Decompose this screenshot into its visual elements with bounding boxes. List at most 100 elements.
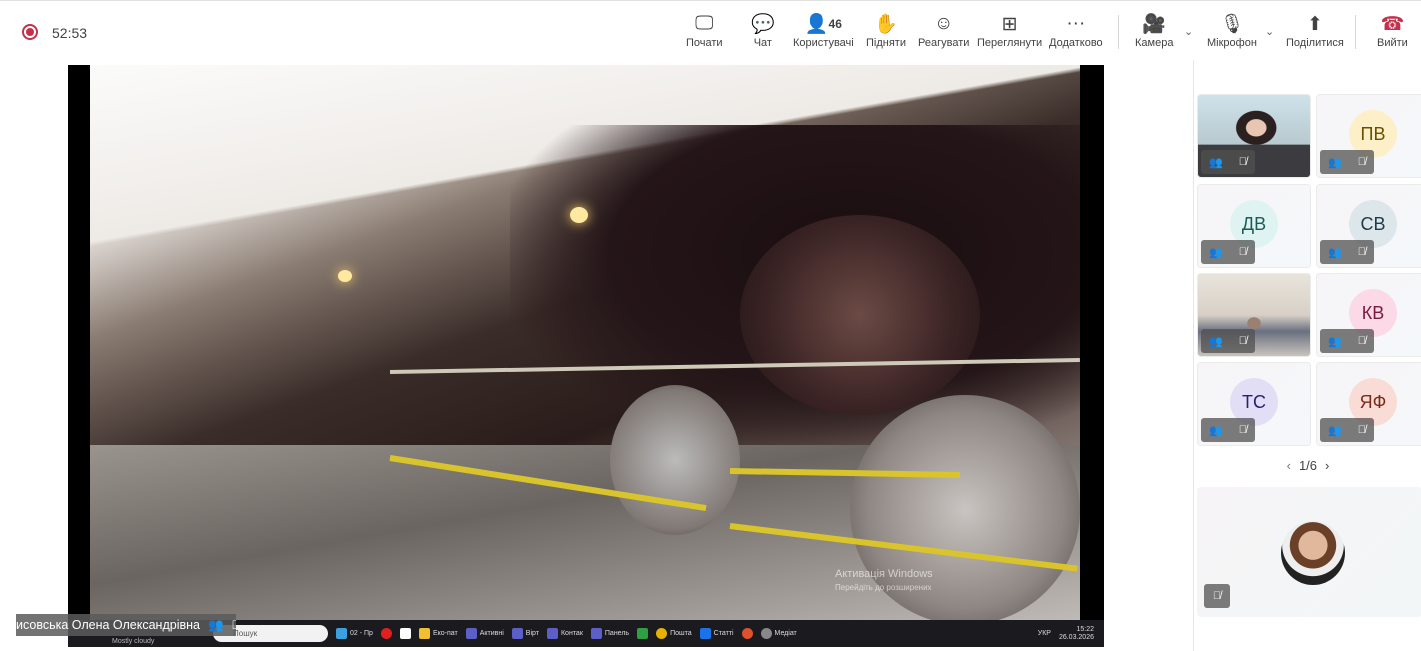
mic-off-icon: 🎙̸ [1238,246,1247,258]
system-tray: УКР 15:22 26.03.2026 [1038,626,1104,642]
react-button[interactable]: ☺ Реагувати [918,11,969,57]
watermark-subtitle: Перейдіть до розширених [835,583,932,592]
page-indicator: 1/6 [1298,458,1318,473]
participant-info-icon: 👥 [1328,156,1342,169]
share-button[interactable]: ⬆ Поділитися [1286,11,1344,57]
divider [1355,15,1356,49]
participant-tile[interactable]: ТС 👥 🎙̸ [1197,362,1311,446]
more-button[interactable]: ··· Додатково [1049,11,1103,57]
share-icon: ⬆ [1306,13,1323,35]
participant-info-icon: 👥 [1328,424,1342,437]
taskbar-item: 02 - Пр [336,628,373,639]
scene-lamp [338,270,352,282]
divider [1118,15,1119,49]
mic-options-chevron-icon[interactable]: ⌄ [1265,25,1274,38]
participant-tile[interactable]: ПВ 👥 🎙̸ [1316,94,1421,178]
watermark-title: Активація Windows [835,568,933,580]
participant-tile[interactable]: ЯФ 👥 🎙̸ [1316,362,1421,446]
participant-tile[interactable]: КВ 👥 🎙̸ [1316,273,1421,357]
participant-tile[interactable]: СВ 👥 🎙̸ [1316,184,1421,268]
camera-options-chevron-icon[interactable]: ⌄ [1184,25,1193,38]
hang-up-icon: ☎ [1380,13,1405,35]
participants-gallery: 👥 🎙̸ ПВ 👥 🎙̸ ДВ 👥 🎙̸ СВ 👥 🎙̸ 👥 🎙̸ КВ 👥 🎙̸ ТС 👥 🎙̸ ЯФ 👥 🎙̸ ‹ 1/… [1193,60,1421,651]
mic-off-icon: 🎙̸ [1204,584,1230,608]
button-label: Камера [1135,37,1174,49]
camera-button[interactable]: 🎥 Камера [1135,11,1173,57]
taskbar-item [637,628,649,639]
participant-status-badge: 👥 🎙̸ [1201,240,1255,264]
recording-icon [22,24,38,40]
taskbar-item: Пошта [656,628,692,639]
tray-clock: 15:22 26.03.2026 [1058,625,1094,641]
shared-screen: Активація Windows Перейдіть до розширених… [68,65,1104,647]
self-avatar [1281,521,1345,585]
button-label: Підняти [866,37,906,49]
participant-info-icon: 👥 [1328,246,1342,259]
mic-off-icon: 🎙̸ [1357,246,1366,258]
participant-tile[interactable]: 👥 🎙̸ [1197,94,1311,178]
button-label: Переглянути [977,37,1043,49]
gallery-pager: ‹ 1/6 › [1194,458,1421,473]
camera-off-icon: 🎥 [1142,14,1167,35]
share-content-button[interactable]: 🖵 Почати [686,11,723,57]
participant-status-badge: 👥 🎙̸ [1201,329,1255,353]
more-icon: ··· [1066,13,1086,34]
participant-status-badge: 👥 🎙̸ [1320,329,1374,353]
chat-icon: 💬 [751,14,775,35]
mic-off-icon: 🎙̸ [1238,424,1247,436]
button-label: Чат [753,37,772,49]
participant-info-icon: 👥 [207,617,224,632]
participant-info-icon: 👥 [1209,424,1223,437]
previous-page-icon[interactable]: ‹ [1287,458,1291,473]
self-view-tile[interactable]: 🎙̸ [1197,487,1421,617]
mic-off-icon: 🎙̸ [1238,335,1247,347]
participant-status-badge: 👥 🎙̸ [1320,240,1374,264]
windows-activation-watermark: Активація Windows Перейдіть до розширених [835,568,933,594]
taskbar-item: Статті [699,628,734,639]
presenter-name-label: исовська Олена Олександрівна 👥 🎙̸ [16,614,236,636]
button-label: Почати [686,37,723,49]
scene-roller [610,385,740,535]
participant-status-badge: 👥 🎙̸ [1201,150,1255,174]
participant-status-badge: 👥 🎙̸ [1320,418,1374,442]
participant-info-icon: 👥 [1209,156,1223,169]
shared-video-frame: Активація Windows Перейдіть до розширених [90,65,1080,620]
participant-count: 46 [828,17,842,31]
presenter-name: исовська Олена Олександрівна [16,618,200,632]
participant-tile[interactable]: 👥 🎙̸ [1197,273,1311,357]
mic-off-icon: 🎙 [1219,14,1245,35]
taskbar-item: Панель [590,628,629,639]
participant-info-icon: 👥 [1209,335,1223,348]
taskbar-item: Еко-пат [418,628,458,639]
microphone-button[interactable]: 🎙 Мікрофон [1207,11,1257,57]
mic-off-icon: 🎙̸ [1357,156,1366,168]
participant-info-icon: 👥 [1209,246,1223,259]
people-icon: 👤 46 [805,11,842,37]
mic-off-icon: 🎙̸ [1357,335,1366,347]
taskbar-item: Активні [465,628,504,639]
participant-status-badge: 👥 🎙̸ [1320,150,1374,174]
button-label: Вийти [1377,37,1408,49]
raise-hand-button[interactable]: ✋ Підняти [866,11,906,57]
scene-lamp [570,207,588,223]
button-label: Реагувати [918,37,970,49]
taskbar-item: Контак [546,628,583,639]
participant-status-badge: 👥 🎙̸ [1201,418,1255,442]
emoji-icon: ☺ [933,13,954,34]
view-button[interactable]: ⊞ Переглянути [977,11,1042,57]
scene-roller [740,215,980,415]
meeting-timer: 52:53 [52,25,88,41]
button-label: Додатково [1049,37,1103,49]
people-button[interactable]: 👤 46 Користувачі [793,11,854,57]
taskbar-weather: Mostly cloudy [112,638,155,645]
raise-hand-icon: ✋ [874,14,898,35]
chat-button[interactable]: 💬 Чат [751,11,775,57]
participant-tile[interactable]: ДВ 👥 🎙̸ [1197,184,1311,268]
taskbar-item [399,628,411,639]
people-glyph: 👤 [804,14,829,35]
next-page-icon[interactable]: › [1325,458,1329,473]
leave-button[interactable]: ☎ Вийти [1377,11,1408,57]
present-icon: 🖵 [695,13,714,34]
tray-language: УКР [1037,630,1051,637]
mic-off-icon: 🎙̸ [1238,156,1247,168]
